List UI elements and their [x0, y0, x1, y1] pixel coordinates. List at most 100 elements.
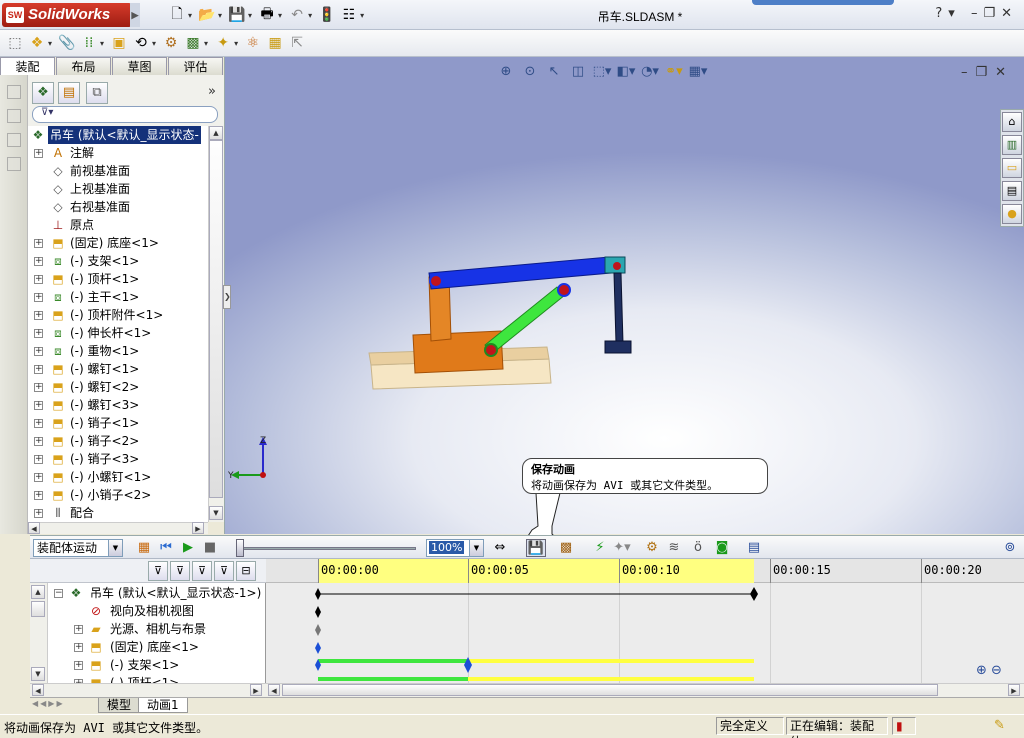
view-palette-icon[interactable]: ▤ — [1002, 181, 1022, 201]
expand-icon[interactable]: + — [34, 365, 43, 374]
linear-pattern-icon[interactable]: ⁞⁞ — [78, 32, 100, 54]
motion-scroll-left-icon[interactable]: ◀ — [32, 684, 44, 696]
filter-icon[interactable]: ⊽▾ — [41, 107, 53, 118]
help-icon[interactable]: ? — [935, 6, 948, 21]
filter-results-icon[interactable]: ⊽ — [214, 561, 234, 581]
autokey-icon[interactable]: ⚡ — [590, 539, 610, 557]
tree-item[interactable]: + ⬒ (-) 螺钉<3> — [28, 396, 208, 414]
tree-item[interactable]: + ⫴ 配合 — [28, 504, 208, 522]
tree-vertical-scrollbar[interactable]: ▲ ▼ — [208, 126, 224, 522]
smart-fasteners-icon[interactable]: ▣ — [108, 32, 130, 54]
auto-tree-icon[interactable]: ⊟ — [236, 561, 256, 581]
filter-driving-icon[interactable]: ⊽ — [170, 561, 190, 581]
expand-icon[interactable]: + — [34, 491, 43, 500]
save-dropdown-icon[interactable]: ▾ — [248, 11, 252, 20]
play-icon[interactable]: ▶ — [178, 539, 198, 557]
motion-tree-item[interactable]: + ⬒ (固定) 底座<1> — [50, 638, 264, 656]
pattern-dropdown-icon[interactable]: ▾ — [100, 39, 104, 48]
motion-scroll-up-icon[interactable]: ▲ — [31, 585, 45, 599]
expand-icon[interactable]: + — [34, 311, 43, 320]
tab-animation1[interactable]: 动画1 — [138, 698, 188, 713]
previous-view-icon[interactable]: ↖ — [543, 63, 565, 81]
home-icon[interactable]: ⌂ — [1002, 112, 1022, 132]
open-dropdown-icon[interactable]: ▾ — [218, 11, 222, 20]
motion-scroll-down-icon[interactable]: ▼ — [31, 667, 45, 681]
keyframe[interactable] — [315, 606, 321, 618]
tree-root[interactable]: ❖ 吊车 (默认<默认_显示状态- — [28, 126, 208, 144]
copy-icon[interactable] — [7, 133, 21, 147]
tree-item[interactable]: ⊥ 原点 — [28, 216, 208, 234]
tab-layout[interactable]: 布局 — [56, 57, 111, 75]
property-manager-icon[interactable]: ▤ — [58, 82, 80, 104]
expand-icon[interactable]: + — [34, 275, 43, 284]
playback-slider-thumb[interactable] — [236, 539, 244, 557]
show-hidden-icon[interactable]: ⚙ — [160, 32, 182, 54]
tab-evaluate[interactable]: 评估 — [168, 57, 223, 75]
apply-scene-icon[interactable]: ▦▾ — [687, 63, 709, 81]
options-icon[interactable]: ☷ — [338, 4, 360, 26]
study-type-dropdown-icon[interactable]: ▼ — [108, 540, 122, 556]
play-from-start-icon[interactable]: ⏮ — [156, 539, 176, 557]
tree-item[interactable]: + ⬒ (-) 销子<1> — [28, 414, 208, 432]
menu-arrow-icon[interactable]: ▶ — [130, 3, 140, 27]
feature-manager-icon[interactable]: ❖ — [32, 82, 54, 104]
scroll-down-icon[interactable]: ▼ — [209, 506, 223, 520]
playback-speed-select[interactable]: 100% ▼ — [426, 539, 484, 557]
keyframe[interactable] — [750, 587, 758, 601]
design-library-icon[interactable]: ▥ — [1002, 135, 1022, 155]
move-dropdown-icon[interactable]: ▾ — [152, 39, 156, 48]
grid-icon[interactable] — [7, 157, 21, 171]
motion-tree-item[interactable]: + ▰ 光源、相机与布景 — [50, 620, 264, 638]
timeline-scroll-left-icon[interactable]: ◀ — [268, 684, 280, 696]
motion-tree-item[interactable]: + ⬒ (-) 支架<1> — [50, 656, 264, 674]
motion-tree-item[interactable]: ⊘ 视向及相机视图 — [50, 602, 264, 620]
expand-icon[interactable]: + — [74, 661, 83, 670]
viewport-minimize-icon[interactable]: – — [961, 65, 976, 80]
save-animation-icon[interactable]: 💾 — [526, 539, 546, 557]
section-view-icon[interactable]: ◫ — [567, 63, 589, 81]
timeline[interactable]: 00:00:00 00:00:05 00:00:10 00:00:15 00:0… — [266, 559, 1024, 683]
timeline-tracks[interactable] — [266, 583, 1024, 683]
mate-icon[interactable]: 📎 — [56, 32, 78, 54]
expand-icon[interactable]: + — [34, 293, 43, 302]
expand-icon[interactable]: + — [34, 455, 43, 464]
options-dropdown-icon[interactable]: ▾ — [360, 11, 364, 20]
filter-selected-icon[interactable]: ⊽ — [192, 561, 212, 581]
timeline-scroll-right-icon[interactable]: ▶ — [1008, 684, 1020, 696]
tab-model[interactable]: 模型 — [98, 698, 141, 713]
keyframe[interactable] — [315, 624, 321, 636]
tree-item[interactable]: + ⬒ (固定) 底座<1> — [28, 234, 208, 252]
collapse-panel-icon[interactable]: ❯ — [223, 285, 231, 309]
display-style-icon[interactable]: ◧▾ — [615, 63, 637, 81]
assembly-features-icon[interactable]: ▩ — [182, 32, 204, 54]
collapse-motion-manager-icon[interactable]: ⊚ — [1000, 539, 1020, 557]
spring-icon[interactable]: ≋ — [664, 539, 684, 557]
calculate-icon[interactable]: ▦ — [134, 539, 154, 557]
stop-icon[interactable]: ■ — [200, 539, 220, 557]
tree-item[interactable]: + ⧈ (-) 伸长杆<1> — [28, 324, 208, 342]
print-icon[interactable]: 🖶 — [256, 4, 278, 26]
hand-icon[interactable] — [7, 85, 21, 99]
tab-scroll-arrows[interactable]: ◀◀▶▶ — [32, 699, 65, 708]
expand-icon[interactable]: + — [34, 257, 43, 266]
reference-geometry-icon[interactable]: ✦ — [212, 32, 234, 54]
restore-icon[interactable]: ❐ — [983, 6, 1001, 21]
viewport-window-controls[interactable]: –❐✕ — [961, 65, 1014, 80]
close-icon[interactable]: ✕ — [1001, 6, 1018, 21]
tree-item[interactable]: + A 注解 — [28, 144, 208, 162]
print-dropdown-icon[interactable]: ▾ — [278, 11, 282, 20]
contact-icon[interactable]: ö — [688, 539, 708, 557]
add-key-icon[interactable]: ✦▾ — [612, 539, 632, 557]
tree-item[interactable]: ◇ 右视基准面 — [28, 198, 208, 216]
crane-model[interactable] — [365, 247, 645, 407]
viewport-close-icon[interactable]: ✕ — [995, 65, 1014, 80]
component-dropdown-icon[interactable]: ▾ — [48, 39, 52, 48]
edit-appearance-icon[interactable]: ⚭▾ — [663, 63, 685, 81]
tree-item[interactable]: + ⬒ (-) 小螺钉<1> — [28, 468, 208, 486]
new-dropdown-icon[interactable]: ▾ — [188, 11, 192, 20]
viewport-restore-icon[interactable]: ❐ — [975, 65, 995, 80]
appearances-icon[interactable]: ● — [1002, 204, 1022, 224]
motion-tree-scrollbar[interactable]: ▲ ▼ — [30, 583, 48, 683]
motion-tree-hscroll[interactable]: ◀ ▶ — [30, 683, 266, 697]
minimize-icon[interactable]: – — [971, 6, 984, 21]
